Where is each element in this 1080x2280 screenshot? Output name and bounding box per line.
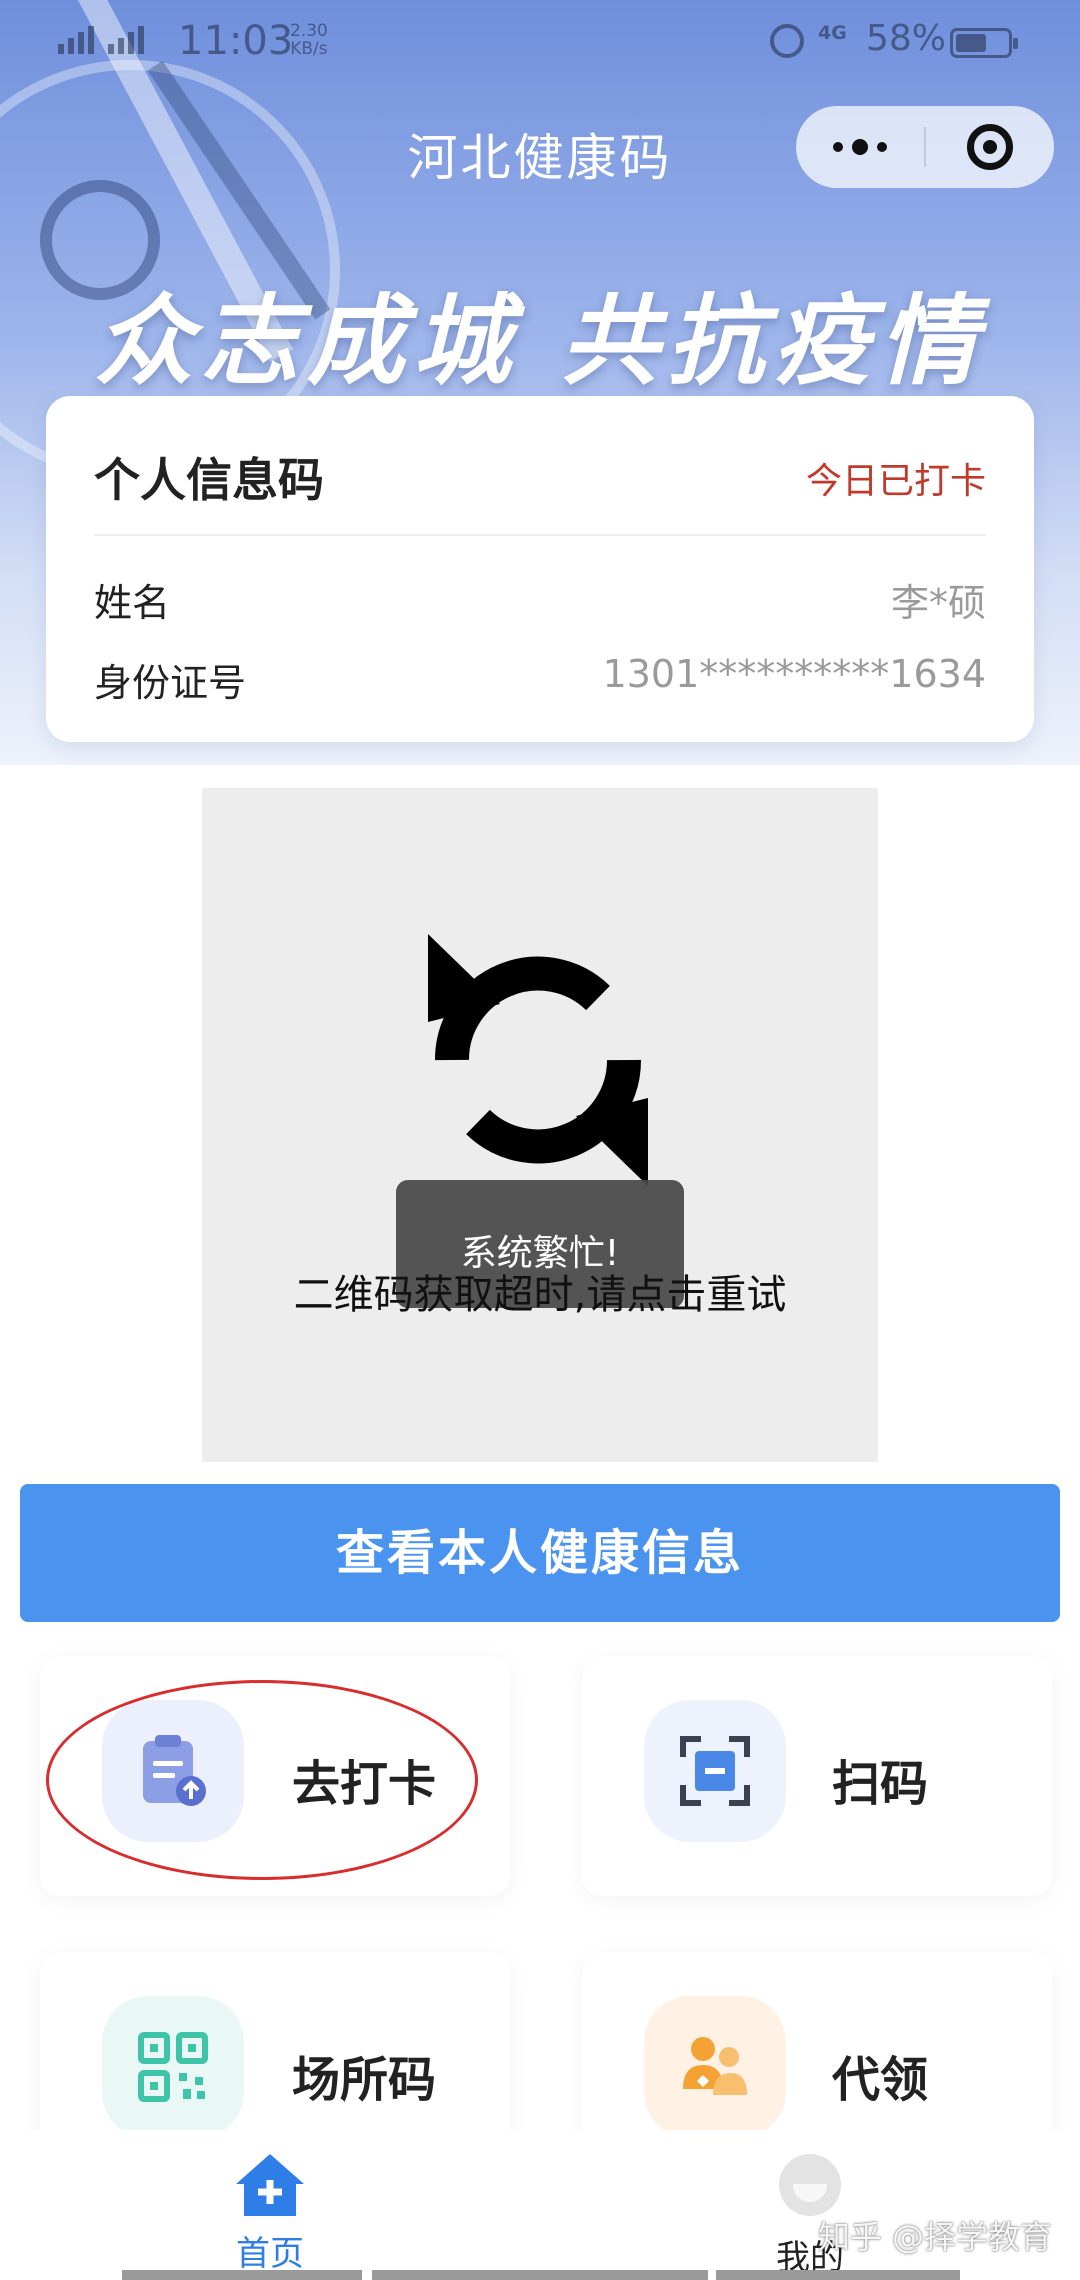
qr-code-icon	[102, 1996, 244, 2138]
view-health-info-button[interactable]: 查看本人健康信息	[20, 1484, 1060, 1622]
scan-label: 扫码	[832, 1756, 929, 1812]
signal-icon	[58, 26, 144, 54]
battery-percent: 58%	[866, 18, 947, 59]
status-time: 11:03	[178, 18, 294, 64]
name-value: 李*硕	[890, 581, 986, 625]
close-button[interactable]	[926, 106, 1054, 188]
avatar	[779, 2154, 841, 2216]
qr-timeout-message[interactable]: 二维码获取超时,请点击重试	[0, 1262, 1080, 1320]
people-icon	[644, 1996, 786, 2138]
tab-home-label: 首页	[236, 2234, 304, 2274]
nav-indicator	[372, 2270, 708, 2280]
card-title: 个人信息码	[94, 453, 324, 507]
alarm-icon	[770, 24, 804, 58]
scan-card[interactable]: 扫码	[582, 1656, 1052, 1896]
name-row: 姓名 李*硕	[94, 572, 986, 632]
dot-icon	[833, 142, 843, 152]
nav-indicator	[122, 2270, 362, 2280]
network-type: 4G	[818, 22, 847, 44]
battery-icon	[950, 28, 1018, 58]
id-label: 身份证号	[94, 661, 247, 705]
checkin-status: 今日已打卡	[805, 461, 986, 502]
net-rate-value: 2.30	[290, 21, 328, 41]
home-icon	[232, 2150, 308, 2220]
nav-indicator	[716, 2270, 960, 2280]
status-bar: 11:03 2.30 KB/s 4G 58%	[0, 0, 1080, 84]
dot-icon	[877, 142, 887, 152]
personal-info-card: 个人信息码 今日已打卡 姓名 李*硕 身份证号 1301**********16…	[46, 396, 1034, 742]
scan-icon	[644, 1700, 786, 1842]
tab-home[interactable]: 首页	[170, 2150, 370, 2275]
net-rate-unit: KB/s	[290, 39, 328, 59]
proxy-label: 代领	[832, 2052, 929, 2108]
id-value: 1301**********1634	[602, 652, 986, 696]
target-icon	[967, 124, 1013, 170]
name-label: 姓名	[94, 581, 171, 625]
more-button[interactable]	[796, 106, 924, 188]
id-row: 身份证号 1301**********1634	[94, 652, 986, 712]
miniprogram-capsule	[796, 106, 1054, 188]
slogan-text: 众志成城 共抗疫情	[94, 285, 986, 399]
watermark-text: 知乎 @择学教育	[817, 2218, 1052, 2256]
refresh-icon[interactable]	[408, 930, 668, 1190]
dot-icon	[852, 139, 868, 155]
status-net-rate: 2.30 KB/s	[290, 22, 328, 58]
venue-code-label: 场所码	[292, 2052, 437, 2108]
annotation-circle	[46, 1680, 478, 1880]
divider	[94, 534, 986, 536]
